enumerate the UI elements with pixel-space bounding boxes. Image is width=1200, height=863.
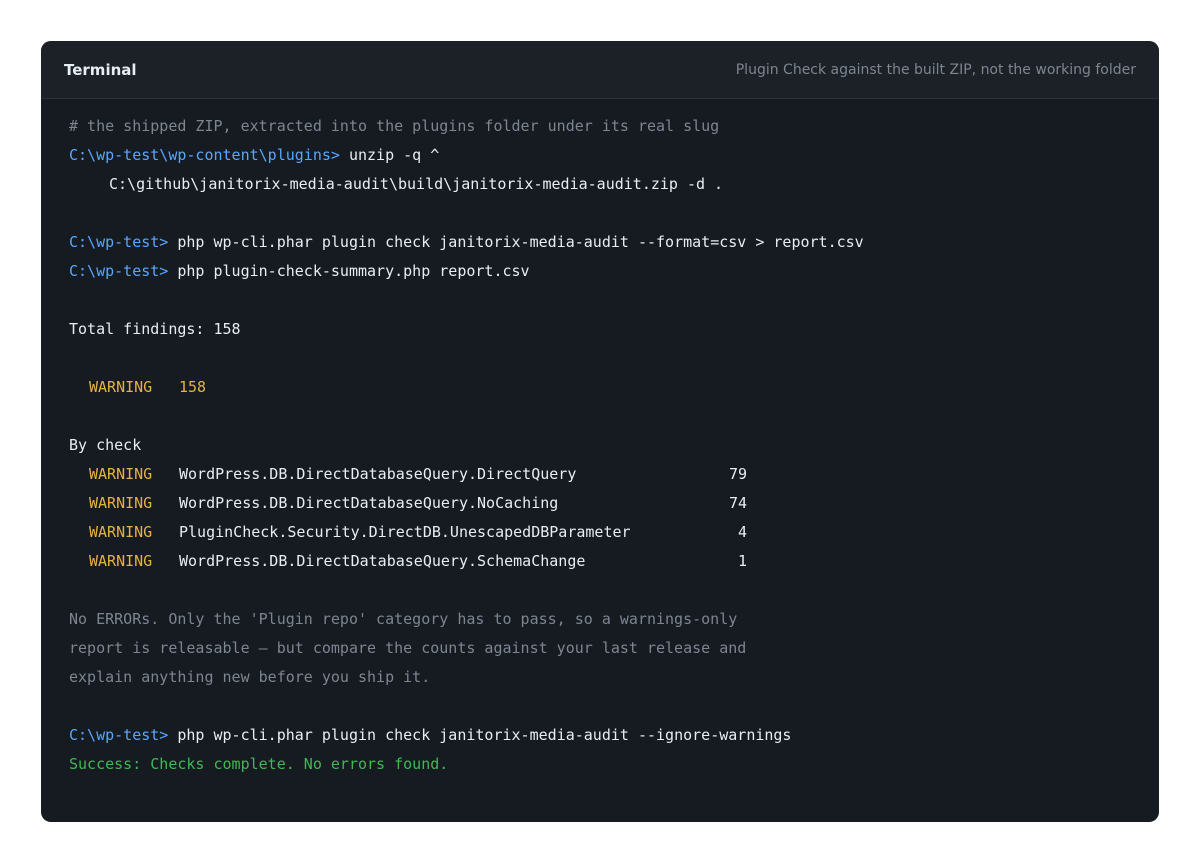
note-line: No ERRORs. Only the 'Plugin repo' catego… — [69, 610, 738, 628]
command-line: C:\wp-test> php wp-cli.phar plugin check… — [69, 228, 1131, 257]
summary-level: WARNING — [89, 378, 153, 396]
command-text: php wp-cli.phar plugin check janitorix-m… — [177, 233, 864, 251]
terminal-title: Terminal — [64, 60, 137, 79]
check-count: 1 — [737, 552, 747, 570]
check-count: 79 — [728, 465, 747, 483]
by-check-label: By check — [69, 436, 142, 454]
check-name: WordPress.DB.DirectDatabaseQuery.DirectQ… — [179, 465, 577, 483]
check-name: WordPress.DB.DirectDatabaseQuery.SchemaC… — [179, 552, 586, 570]
prompt: C:\wp-test\wp-content\plugins> — [69, 146, 340, 164]
check-row: WARNING WordPress.DB.DirectDatabaseQuery… — [69, 547, 1131, 576]
command-line: C:\wp-test> php plugin-check-summary.php… — [69, 257, 1131, 286]
summary-count: 158 — [179, 378, 207, 396]
check-row: WARNING PluginCheck.Security.DirectDB.Un… — [69, 518, 1131, 547]
terminal-header: Terminal Plugin Check against the built … — [41, 41, 1159, 99]
check-count: 74 — [728, 494, 747, 512]
check-level: WARNING — [89, 552, 153, 570]
check-row: WARNING WordPress.DB.DirectDatabaseQuery… — [69, 460, 1131, 489]
success-message: Success: Checks complete. No errors foun… — [69, 755, 449, 773]
check-level: WARNING — [89, 465, 153, 483]
check-level: WARNING — [89, 523, 153, 541]
terminal-window: Terminal Plugin Check against the built … — [41, 41, 1159, 822]
terminal-output[interactable]: # the shipped ZIP, extracted into the pl… — [41, 99, 1159, 779]
prompt: C:\wp-test> — [69, 262, 169, 280]
check-count: 4 — [737, 523, 747, 541]
terminal-subtitle: Plugin Check against the built ZIP, not … — [735, 61, 1136, 78]
command-continuation: C:\github\janitorix-media-audit\build\ja… — [109, 175, 724, 193]
check-row: WARNING WordPress.DB.DirectDatabaseQuery… — [69, 489, 1131, 518]
command-text: php wp-cli.phar plugin check janitorix-m… — [177, 726, 792, 744]
note-line: report is releasable — but compare the c… — [69, 639, 747, 657]
command-text: php plugin-check-summary.php report.csv — [177, 262, 530, 280]
check-name: PluginCheck.Security.DirectDB.UnescapedD… — [179, 523, 631, 541]
command-line: C:\wp-test> php wp-cli.phar plugin check… — [69, 721, 1131, 750]
prompt: C:\wp-test> — [69, 233, 169, 251]
command-line: C:\wp-test\wp-content\plugins> unzip -q … — [69, 141, 1131, 170]
check-name: WordPress.DB.DirectDatabaseQuery.NoCachi… — [179, 494, 559, 512]
prompt: C:\wp-test> — [69, 726, 169, 744]
check-level: WARNING — [89, 494, 153, 512]
total-findings: Total findings: 158 — [69, 320, 241, 338]
note-line: explain anything new before you ship it. — [69, 668, 431, 686]
command-text: unzip -q ^ — [348, 146, 440, 164]
summary-row: WARNING 158 — [69, 373, 1131, 402]
comment-line: # the shipped ZIP, extracted into the pl… — [69, 117, 720, 135]
